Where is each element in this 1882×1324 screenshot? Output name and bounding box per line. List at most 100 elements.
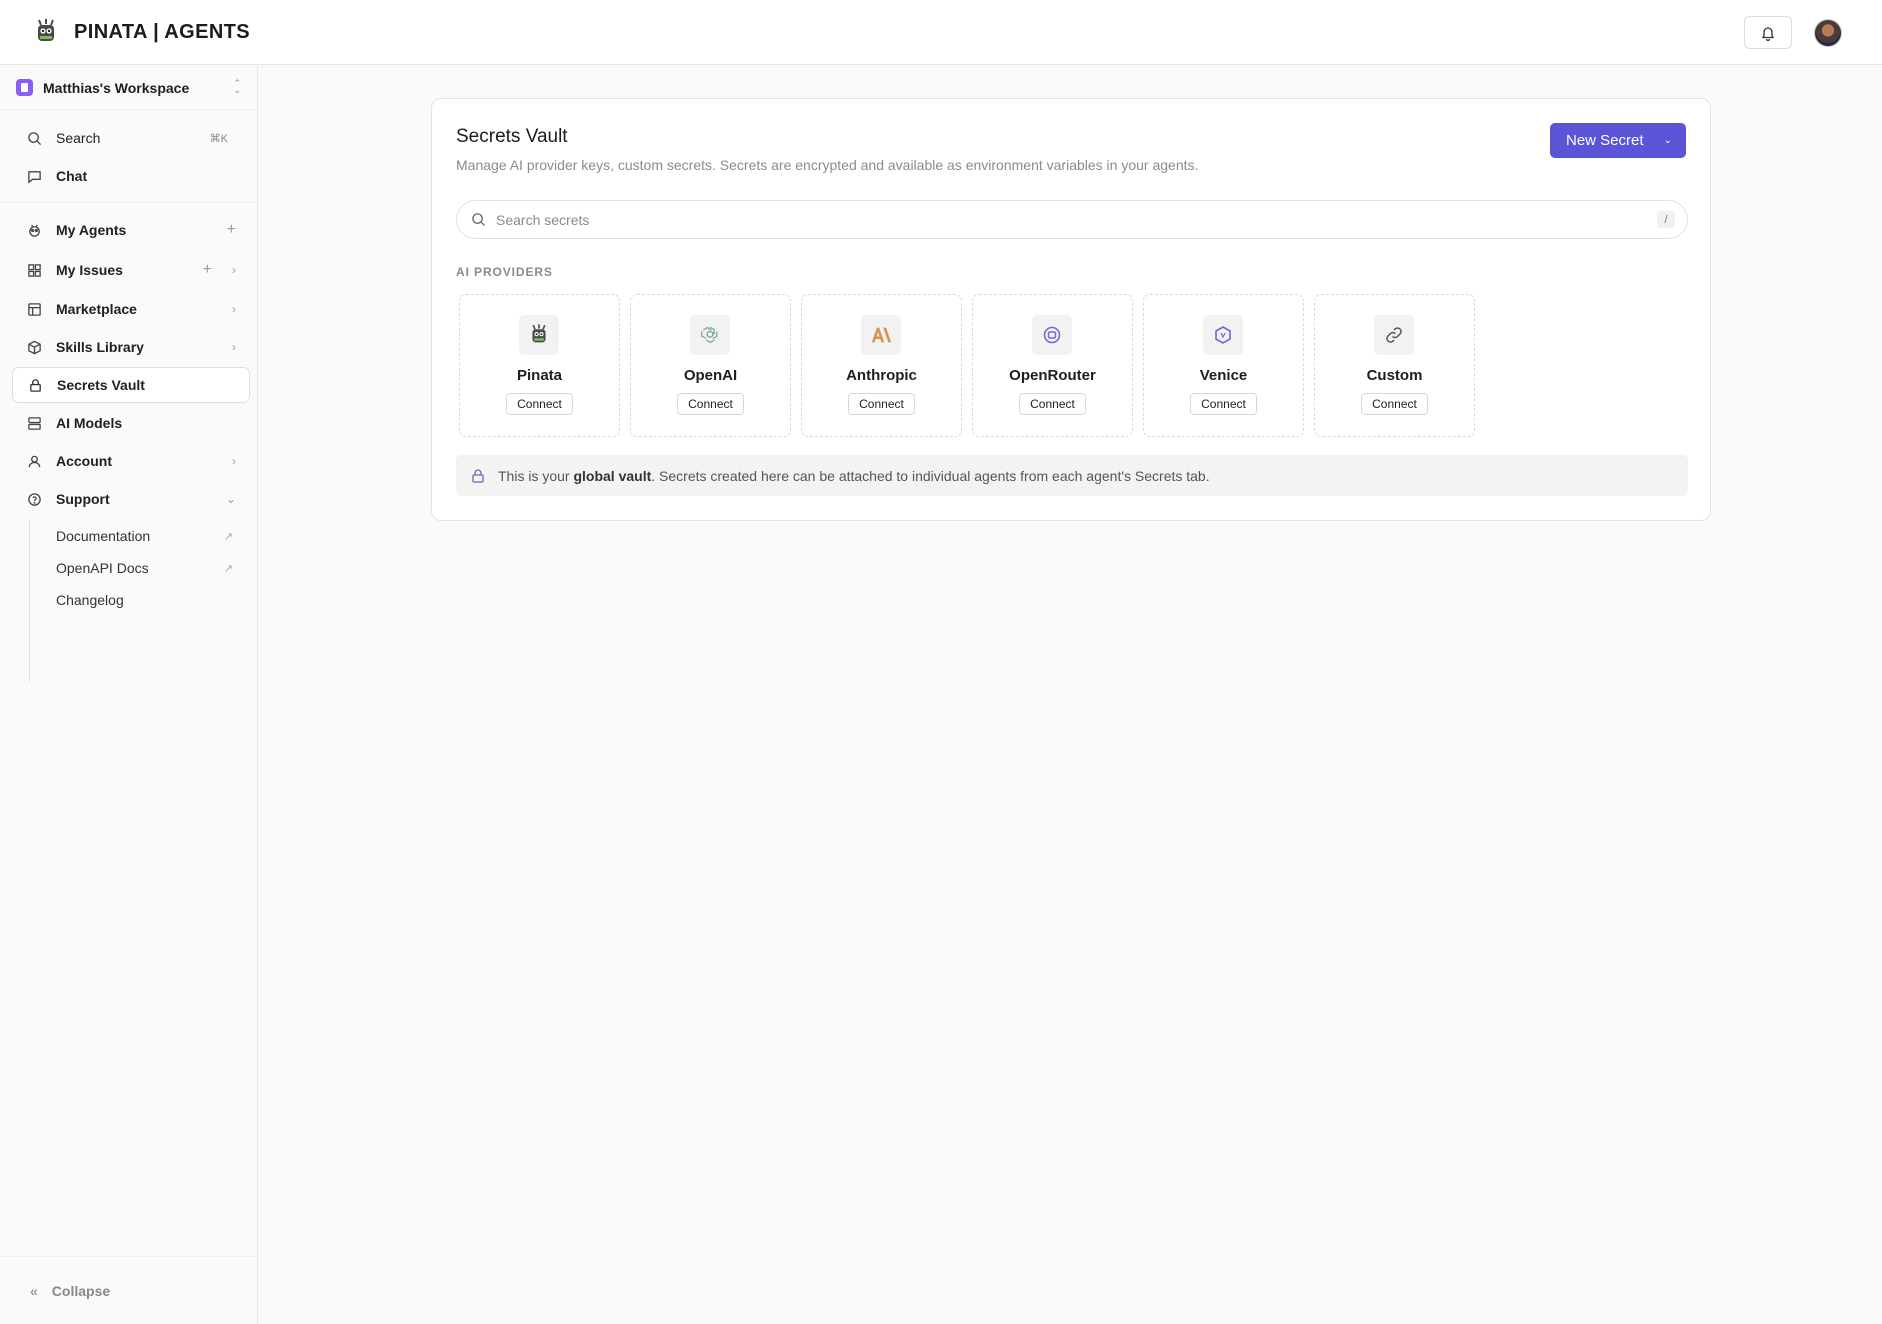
chat-bubble-icon <box>26 168 42 184</box>
sidebar-item-my-issues[interactable]: My Issues + › <box>12 252 250 288</box>
grid-icon <box>26 262 42 278</box>
chevron-right-icon: › <box>232 263 236 277</box>
connect-custom-button[interactable]: Connect <box>1361 393 1428 415</box>
provider-card-openrouter[interactable]: OpenRouter Connect <box>972 294 1133 437</box>
support-link-documentation[interactable]: Documentation <box>56 528 150 544</box>
sidebar-item-secrets-vault[interactable]: Secrets Vault <box>12 367 250 403</box>
sidebar-divider <box>0 202 258 203</box>
support-tree-line <box>29 520 30 682</box>
secrets-vault-card: Secrets Vault Manage AI provider keys, c… <box>431 98 1711 521</box>
lock-icon <box>470 468 486 484</box>
sidebar-item-label: Chat <box>56 168 88 184</box>
chevron-right-icon: › <box>232 340 236 354</box>
sidebar-item-marketplace[interactable]: Marketplace › <box>12 291 250 327</box>
pinata-logo-icon <box>32 18 60 46</box>
pinata-icon <box>519 315 559 355</box>
provider-list: Pinata Connect OpenAI Connect Anthropic … <box>459 294 1475 437</box>
add-agent-icon[interactable]: + <box>227 221 236 239</box>
provider-name: Venice <box>1199 367 1248 384</box>
venice-icon <box>1203 315 1243 355</box>
page-title: Secrets Vault <box>456 126 568 147</box>
support-link-openapi-docs[interactable]: OpenAPI Docs <box>56 560 149 576</box>
chevron-down-icon: ⌄ <box>225 492 236 506</box>
sidebar-item-label: Support <box>56 491 110 507</box>
workspace-switcher[interactable]: Matthias's Workspace ⌃ ⌄ <box>0 66 257 110</box>
collapse-label: Collapse <box>51 1282 111 1299</box>
provider-card-custom[interactable]: Custom Connect <box>1314 294 1475 437</box>
sidebar-item-label: My Issues <box>56 262 123 278</box>
provider-card-openai[interactable]: OpenAI Connect <box>630 294 791 437</box>
collapse-sidebar-button[interactable]: « Collapse <box>0 1256 258 1324</box>
server-icon <box>26 415 42 431</box>
provider-name: Pinata <box>516 367 562 384</box>
connect-openrouter-button[interactable]: Connect <box>1019 393 1086 415</box>
connect-openai-button[interactable]: Connect <box>677 393 744 415</box>
brand[interactable]: PINATA | AGENTS <box>32 18 250 46</box>
sidebar-item-skills-library[interactable]: Skills Library › <box>12 329 250 365</box>
anthropic-icon <box>861 315 901 355</box>
workspace-icon <box>16 79 33 96</box>
search-icon <box>26 130 42 146</box>
provider-name: Anthropic <box>846 367 917 384</box>
notice-prefix: This is your <box>498 467 574 484</box>
sidebar-item-label: Skills Library <box>56 339 144 355</box>
chevrons-left-icon: « <box>30 1282 38 1299</box>
marketplace-icon <box>26 301 42 317</box>
provider-card-anthropic[interactable]: Anthropic Connect <box>801 294 962 437</box>
sidebar-item-label: Account <box>56 453 112 469</box>
add-issue-icon[interactable]: + <box>203 261 212 279</box>
agent-icon <box>26 222 42 238</box>
provider-card-venice[interactable]: Venice Connect <box>1143 294 1304 437</box>
search-icon <box>472 213 486 227</box>
provider-name: OpenAI <box>683 367 738 384</box>
notice-text: This is your global vault. Secrets creat… <box>498 468 1210 484</box>
user-avatar[interactable] <box>1814 18 1842 47</box>
connect-venice-button[interactable]: Connect <box>1190 393 1257 415</box>
global-vault-notice: This is your global vault. Secrets creat… <box>456 455 1688 496</box>
sidebar-item-support[interactable]: Support ⌄ <box>12 481 250 517</box>
support-link-changelog[interactable]: Changelog <box>56 592 124 608</box>
openrouter-icon <box>1032 315 1072 355</box>
external-link-icon: ↗ <box>223 531 233 543</box>
sidebar-item-search[interactable]: Search ⌘K <box>12 120 250 156</box>
section-label-ai-providers: AI PROVIDERS <box>456 265 553 279</box>
chevron-right-icon: › <box>232 454 236 468</box>
user-icon <box>26 453 42 469</box>
box-icon <box>26 339 42 355</box>
provider-name: Custom <box>1366 367 1423 384</box>
brand-title: PINATA | AGENTS <box>74 20 251 43</box>
search-shortcut-badge: / <box>1657 211 1675 228</box>
sidebar-item-account[interactable]: Account › <box>12 443 250 479</box>
search-shortcut: ⌘K <box>209 132 228 145</box>
sidebar-item-label: Marketplace <box>56 301 137 317</box>
sidebar-item-label: AI Models <box>56 415 123 431</box>
search-secrets-input[interactable] <box>496 211 1596 228</box>
page-subtitle: Manage AI provider keys, custom secrets.… <box>456 157 1199 173</box>
workspace-name: Matthias's Workspace <box>43 79 190 96</box>
help-circle-icon <box>26 491 42 507</box>
new-secret-label: New Secret <box>1566 132 1644 149</box>
sidebar-item-ai-models[interactable]: AI Models <box>12 405 250 441</box>
chevron-right-icon: › <box>232 302 236 316</box>
connect-pinata-button[interactable]: Connect <box>506 393 573 415</box>
notice-suffix: . Secrets created here can be attached t… <box>651 467 1210 484</box>
notifications-button[interactable] <box>1744 16 1792 49</box>
sidebar-item-chat[interactable]: Chat <box>12 158 250 194</box>
new-secret-button[interactable]: New Secret ⌄ <box>1550 123 1686 158</box>
chevron-updown-icon: ⌃ ⌄ <box>233 78 241 95</box>
provider-name: OpenRouter <box>1009 367 1096 384</box>
connect-anthropic-button[interactable]: Connect <box>848 393 915 415</box>
top-bar: PINATA | AGENTS <box>0 0 1882 65</box>
external-link-icon: ↗ <box>223 563 233 575</box>
sidebar-item-label: Secrets Vault <box>57 377 145 393</box>
lock-icon <box>27 377 43 393</box>
bell-icon <box>1761 26 1775 41</box>
sidebar: Matthias's Workspace ⌃ ⌄ Search ⌘K Chat M… <box>0 66 258 1324</box>
provider-card-pinata[interactable]: Pinata Connect <box>459 294 620 437</box>
chevron-down-icon: ⌄ <box>1663 135 1672 146</box>
link-icon <box>1374 315 1414 355</box>
sidebar-item-my-agents[interactable]: My Agents + <box>12 212 250 248</box>
sidebar-item-label: Search <box>56 130 101 146</box>
search-secrets-field[interactable]: / <box>456 200 1688 239</box>
openai-icon <box>690 315 730 355</box>
